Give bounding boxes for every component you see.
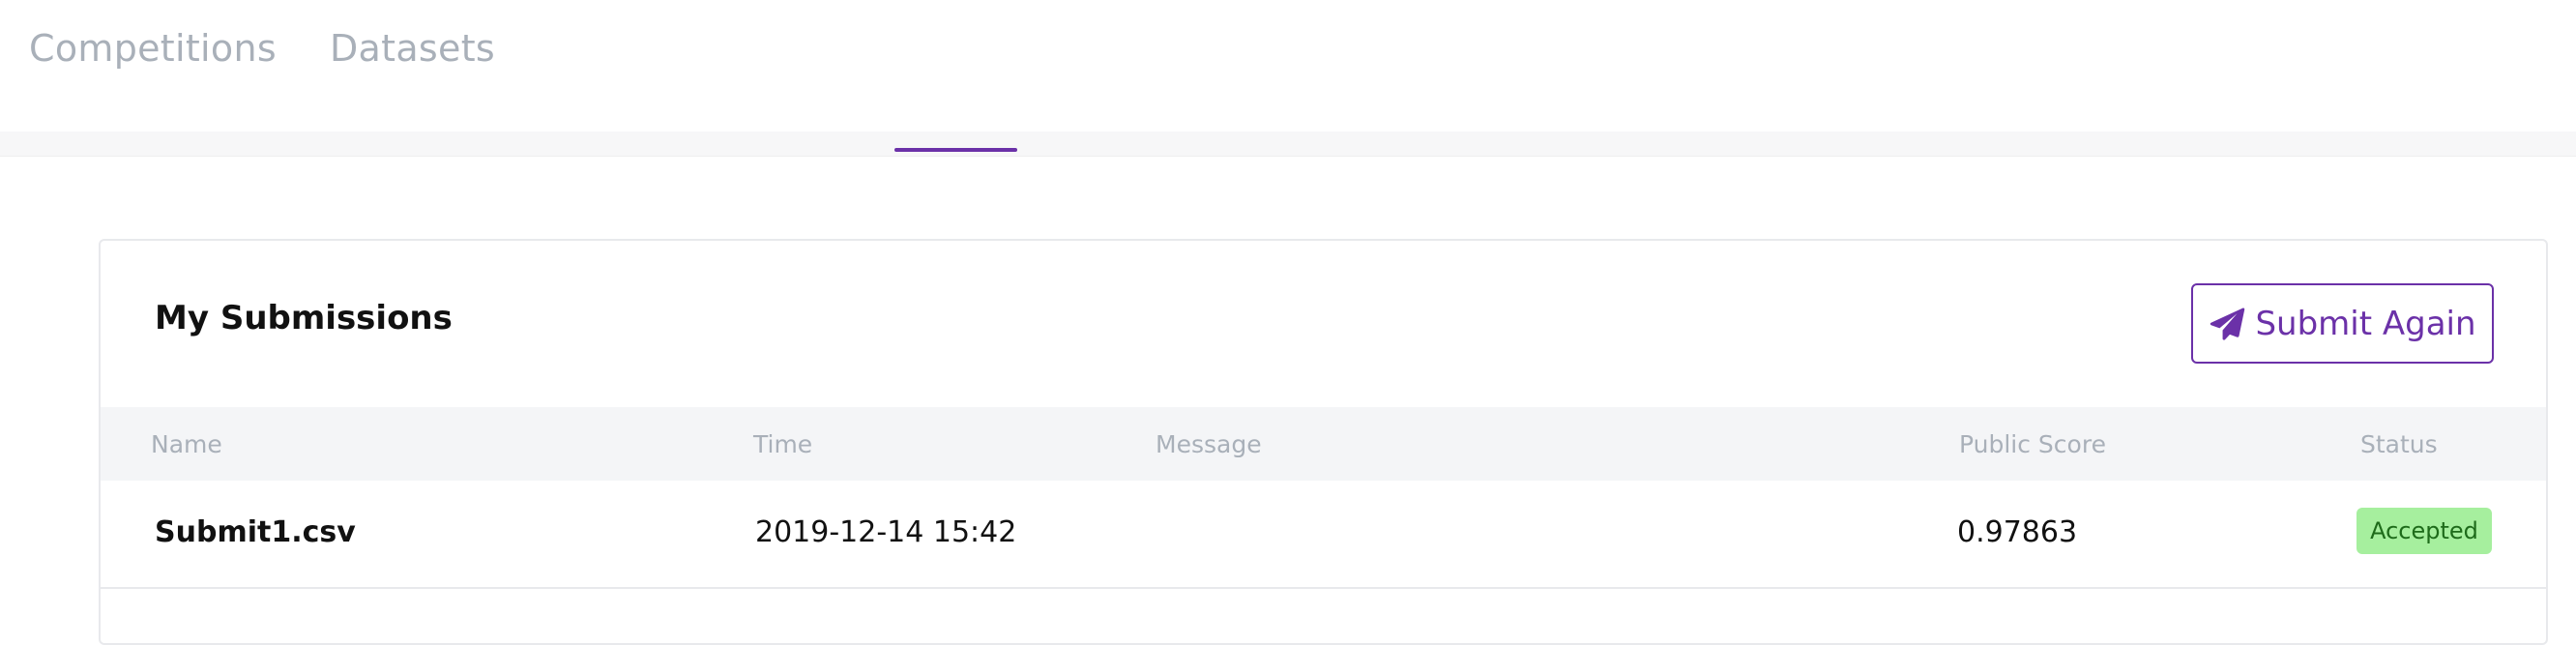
nav-competitions[interactable]: Competitions (29, 27, 277, 70)
table-header: Name Time Message Public Score Status (101, 407, 2546, 481)
sub-navigation-bar (0, 132, 2576, 157)
top-navigation: Competitions Datasets (0, 0, 2576, 132)
column-header-message[interactable]: Message (1156, 430, 1262, 458)
nav-datasets[interactable]: Datasets (330, 27, 495, 70)
submission-name[interactable]: Submit1.csv (155, 515, 356, 549)
submissions-title: My Submissions (155, 299, 453, 337)
paper-plane-icon (2210, 307, 2245, 340)
active-tab-indicator (894, 148, 1017, 152)
submission-public-score: 0.97863 (1957, 515, 2078, 549)
status-badge: Accepted (2356, 508, 2492, 554)
submit-again-button[interactable]: Submit Again (2191, 283, 2494, 364)
column-header-status[interactable]: Status (2360, 430, 2438, 458)
table-row[interactable]: Submit1.csv 2019-12-14 15:42 0.97863 Acc… (101, 481, 2546, 589)
submission-time: 2019-12-14 15:42 (755, 515, 1017, 549)
submissions-card: My Submissions Submit Again Name Time Me… (99, 239, 2548, 645)
submit-again-label: Submit Again (2255, 304, 2476, 343)
column-header-public-score[interactable]: Public Score (1959, 430, 2106, 458)
column-header-name[interactable]: Name (151, 430, 222, 458)
column-header-time[interactable]: Time (753, 430, 812, 458)
